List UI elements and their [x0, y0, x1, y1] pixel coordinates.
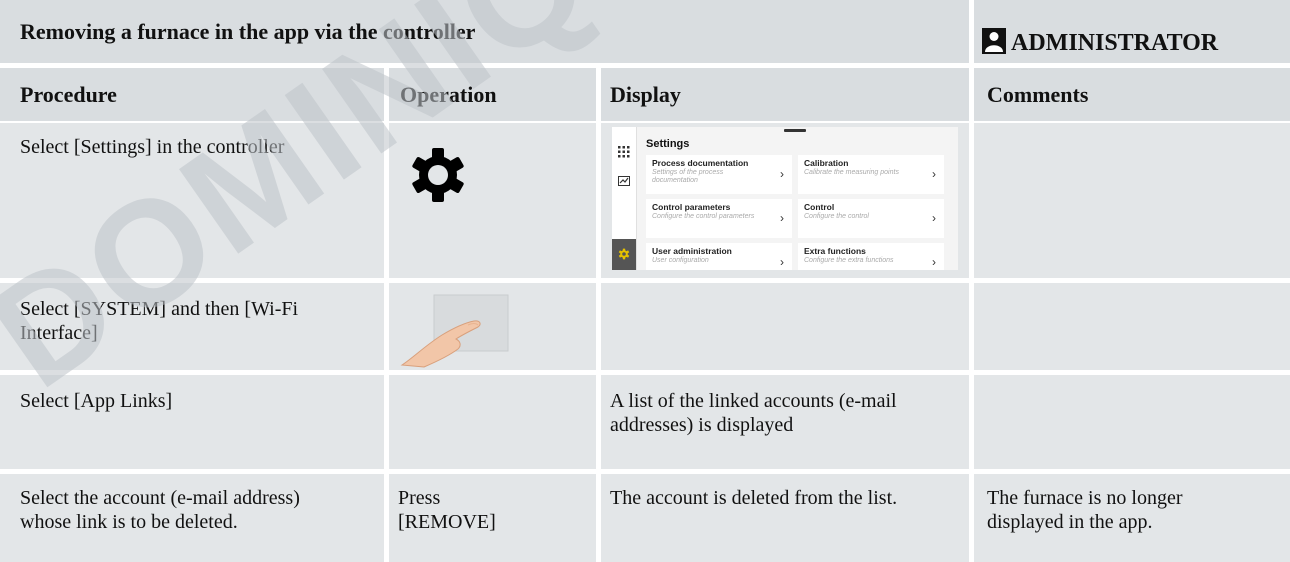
- procedure-text: Select [SYSTEM] and then [Wi-Fi Interfac…: [20, 298, 299, 344]
- chevron-right-icon: ›: [932, 167, 936, 181]
- table-row-3-display: A list of the linked accounts (e-mail ad…: [598, 375, 971, 469]
- chevron-right-icon: ›: [780, 211, 784, 225]
- apps-grid-icon[interactable]: [618, 146, 630, 158]
- grid-line: [596, 63, 601, 562]
- page-title: Removing a furnace in the app via the co…: [0, 0, 971, 63]
- table-row-2-procedure: Select [SYSTEM] and then [Wi-Fi Interfac…: [0, 283, 386, 370]
- tile-title: Process documentation: [652, 158, 749, 168]
- role-label: ADMINISTRATOR: [1011, 30, 1219, 56]
- table-row-1-comments: [971, 121, 1290, 278]
- tile-title: Control: [804, 202, 835, 212]
- column-header-operation: Operation: [386, 68, 598, 121]
- grid-line: [0, 121, 1290, 123]
- chart-icon[interactable]: [618, 176, 630, 186]
- chevron-right-icon: ›: [932, 255, 936, 269]
- table-row-2-operation: [386, 283, 598, 370]
- table-row-4-procedure: Select the account (e-mail address) whos…: [0, 474, 386, 562]
- tile-subtitle: Configure the extra functions: [804, 257, 894, 264]
- title-text: Removing a furnace in the app via the co…: [20, 18, 476, 44]
- table-row-3-operation: [386, 375, 598, 469]
- operation-text: Press [REMOVE]: [398, 487, 496, 533]
- table-row-1-procedure: Select [Settings] in the controller: [0, 121, 386, 278]
- table-row-1-operation: [386, 121, 598, 278]
- table-row-2-comments: [971, 283, 1290, 370]
- column-header-procedure: Procedure: [0, 68, 386, 121]
- table-row-4-comments: The furnace is no longer displayed in th…: [971, 474, 1290, 562]
- tile-user-administration[interactable]: User administration User configuration ›: [646, 243, 792, 270]
- grid-line: [969, 0, 974, 562]
- tile-extra-functions[interactable]: Extra functions Configure the extra func…: [798, 243, 944, 270]
- tile-calibration[interactable]: Calibration Calibrate the measuring poin…: [798, 155, 944, 194]
- user-icon: [982, 28, 1006, 54]
- procedure-text: Select [Settings] in the controller: [20, 136, 285, 158]
- tile-subtitle: User configuration: [652, 257, 709, 264]
- gear-icon[interactable]: [408, 145, 468, 205]
- settings-gear-icon[interactable]: [618, 248, 630, 260]
- tile-subtitle: Calibrate the measuring points: [804, 169, 899, 176]
- column-header-label: Procedure: [20, 81, 117, 107]
- column-header-comments: Comments: [971, 68, 1290, 121]
- grid-line: [0, 63, 1290, 68]
- tile-title: Calibration: [804, 158, 849, 168]
- column-header-label: Display: [610, 81, 681, 107]
- tile-title: Extra functions: [804, 246, 866, 256]
- table-row-2-display: [598, 283, 971, 370]
- tile-control[interactable]: Control Configure the control ›: [798, 199, 944, 238]
- table-row-4-display: The account is deleted from the list.: [598, 474, 971, 562]
- grid-line: [0, 278, 1290, 283]
- screen-notch: [784, 129, 806, 132]
- role-badge: ADMINISTRATOR: [971, 0, 1290, 63]
- grid-line: [0, 469, 1290, 474]
- column-header-label: Comments: [987, 81, 1089, 107]
- column-header-display: Display: [598, 68, 971, 121]
- tile-title: User administration: [652, 246, 732, 256]
- column-header-label: Operation: [400, 81, 497, 107]
- display-text: A list of the linked accounts (e-mail ad…: [610, 390, 897, 436]
- comments-text: The furnace is no longer displayed in th…: [987, 487, 1183, 533]
- finger-swipe-icon: [400, 294, 509, 368]
- procedure-text: Select the account (e-mail address) whos…: [20, 487, 300, 533]
- display-text: The account is deleted from the list.: [610, 487, 898, 509]
- chevron-right-icon: ›: [932, 211, 936, 225]
- table-row-3-comments: [971, 375, 1290, 469]
- table-row-3-procedure: Select [App Links]: [0, 375, 386, 469]
- tile-subtitle: Configure the control parameters: [652, 213, 755, 220]
- grid-line: [384, 63, 389, 562]
- chevron-right-icon: ›: [780, 167, 784, 181]
- screen-title: Settings: [646, 138, 690, 150]
- procedure-text: Select [App Links]: [20, 390, 173, 412]
- procedure-page: Removing a furnace in the app via the co…: [0, 0, 1290, 562]
- chevron-right-icon: ›: [780, 255, 784, 269]
- tile-process-documentation[interactable]: Process documentation Settings of the pr…: [646, 155, 792, 194]
- grid-line: [0, 370, 1290, 375]
- tile-control-parameters[interactable]: Control parameters Configure the control…: [646, 199, 792, 238]
- settings-screenshot: Settings Process documentation Settings …: [612, 127, 958, 270]
- tile-subtitle: Settings of the process documentation: [652, 169, 724, 184]
- table-row-4-operation: Press [REMOVE]: [386, 474, 598, 562]
- tile-title: Control parameters: [652, 202, 731, 212]
- tile-subtitle: Configure the control: [804, 213, 869, 220]
